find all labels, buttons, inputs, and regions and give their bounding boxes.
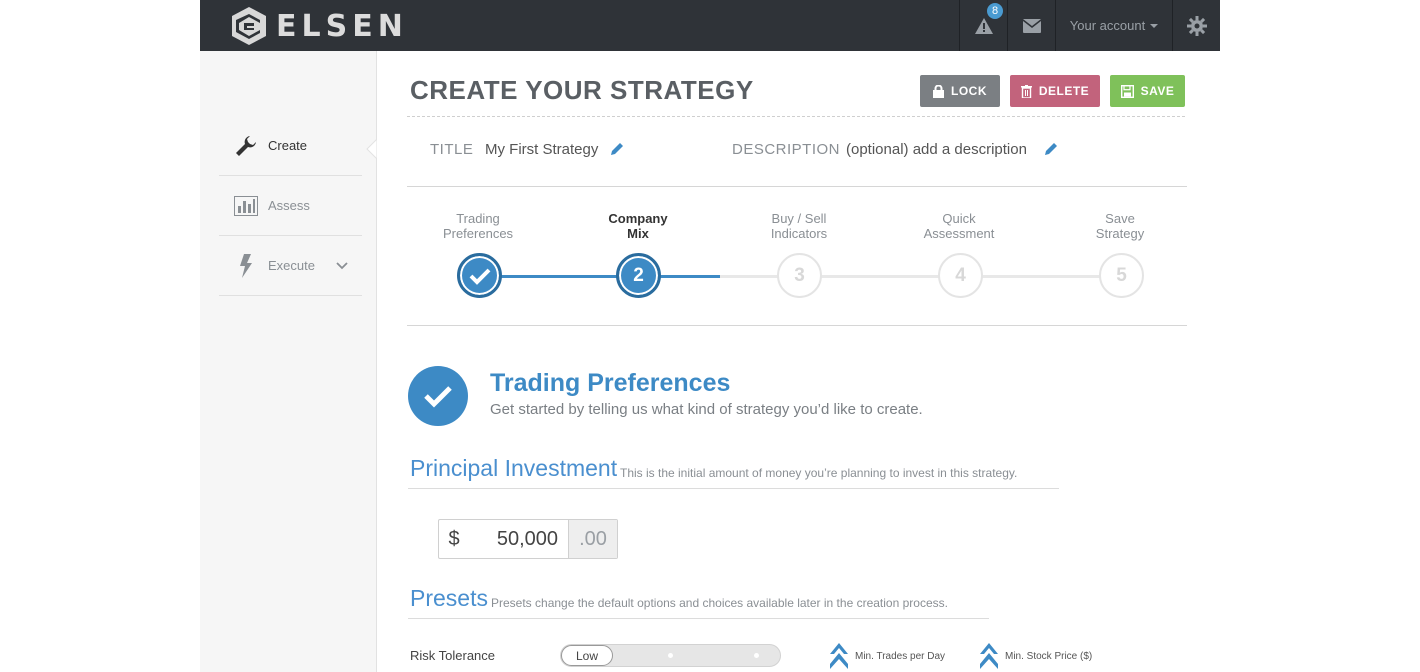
step-4-label: Quick Assessment: [923, 211, 995, 241]
min-price-stat: Min. Stock Price ($): [980, 641, 1092, 671]
presets-heading: Presets: [410, 585, 488, 611]
chevron-down-icon[interactable]: [336, 262, 348, 270]
principal-note: This is the initial amount of money you’…: [620, 466, 1018, 480]
risk-tolerance-label: Risk Tolerance: [410, 648, 496, 663]
sidebar-item-label: Assess: [268, 198, 310, 213]
section-complete-check-icon: [408, 366, 468, 426]
alerts-button[interactable]: 8: [959, 0, 1007, 51]
stepper-divider: [407, 325, 1187, 326]
lock-label: LOCK: [951, 84, 987, 98]
delete-label: DELETE: [1038, 84, 1090, 98]
step-5-label: Save Strategy: [1095, 211, 1145, 241]
caret-down-icon: [1150, 23, 1159, 28]
save-label: SAVE: [1140, 84, 1175, 98]
sidebar-item-label: Create: [268, 138, 308, 153]
double-chevron-up-icon: [980, 643, 998, 669]
step-4-circle[interactable]: 4: [938, 253, 983, 298]
double-chevron-up-icon: [830, 643, 848, 669]
brand-name: ELSEN: [276, 8, 408, 44]
principal-amount-input[interactable]: $ 50,000 .00: [438, 519, 618, 559]
title-label: TITLE: [430, 141, 474, 158]
top-navbar: ELSEN 8 Your account: [200, 0, 1220, 51]
min-trades-stat: Min. Trades per Day: [830, 641, 945, 671]
lightning-icon: [233, 253, 259, 278]
currency-symbol: $: [448, 527, 460, 550]
step-2-circle[interactable]: 2: [616, 253, 661, 298]
checkmark-icon: [469, 268, 490, 285]
section-subtitle: Get started by telling us what kind of s…: [490, 401, 923, 418]
bar-chart-icon: [233, 195, 259, 216]
step-1-label: Trading Preferences: [442, 211, 514, 241]
presets-note: Presets change the default options and c…: [491, 596, 948, 610]
amount-value[interactable]: 50,000: [469, 520, 569, 558]
section-title: Trading Preferences: [490, 369, 731, 397]
gear-icon: [1186, 15, 1207, 36]
sidebar-item-execute[interactable]: Execute: [219, 236, 362, 296]
brand-logo[interactable]: ELSEN: [230, 6, 408, 46]
warning-icon: [974, 17, 993, 34]
page-title: CREATE YOUR STRATEGY: [410, 75, 754, 105]
risk-tolerance-slider[interactable]: Low: [560, 644, 781, 667]
step-5-circle[interactable]: 5: [1099, 253, 1144, 298]
cents-addon: .00: [569, 520, 617, 558]
strategy-title[interactable]: My First Strategy: [485, 141, 598, 158]
alert-count-badge: 8: [987, 3, 1003, 19]
wrench-icon: [233, 135, 259, 157]
edit-description-pencil-icon[interactable]: [1044, 142, 1058, 156]
messages-button[interactable]: [1007, 0, 1055, 51]
step-3-circle[interactable]: 3: [777, 253, 822, 298]
step-3-label: Buy / Sell Indicators: [770, 211, 828, 241]
description-label: DESCRIPTION: [732, 141, 841, 158]
account-dropdown[interactable]: Your account: [1055, 0, 1172, 51]
sidebar-item-label: Execute: [268, 258, 315, 273]
envelope-icon: [1022, 18, 1041, 33]
slider-tick: [754, 653, 759, 658]
sidebar-item-create[interactable]: Create: [219, 116, 362, 176]
strategy-description[interactable]: (optional) add a description: [846, 141, 1027, 158]
min-price-label: Min. Stock Price ($): [1005, 650, 1093, 662]
floppy-disk-icon: [1120, 84, 1134, 98]
slider-tick: [668, 653, 673, 658]
principal-heading: Principal Investment: [410, 455, 618, 481]
min-trades-label: Min. Trades per Day: [855, 650, 946, 662]
lock-icon: [933, 84, 944, 98]
header-divider: [407, 116, 1185, 117]
step-2-label: Company Mix: [608, 211, 668, 241]
meta-divider: [407, 186, 1187, 187]
main-content: CREATE YOUR STRATEGY LOCK DELETE SAVE TI…: [377, 51, 1220, 672]
elsen-logo-icon: [232, 7, 266, 45]
lock-button[interactable]: LOCK: [920, 75, 1000, 107]
principal-divider: [408, 488, 1059, 489]
account-label: Your account: [1069, 18, 1146, 33]
step-1-circle[interactable]: [457, 253, 502, 298]
presets-divider: [408, 618, 989, 619]
trash-icon: [1020, 84, 1032, 98]
delete-button[interactable]: DELETE: [1010, 75, 1100, 107]
risk-slider-handle[interactable]: Low: [561, 645, 613, 666]
sidebar: Create Assess Execute: [200, 51, 379, 672]
sidebar-item-assess[interactable]: Assess: [219, 176, 362, 236]
save-button[interactable]: SAVE: [1110, 75, 1185, 107]
settings-button[interactable]: [1172, 0, 1220, 51]
edit-title-pencil-icon[interactable]: [610, 142, 624, 156]
